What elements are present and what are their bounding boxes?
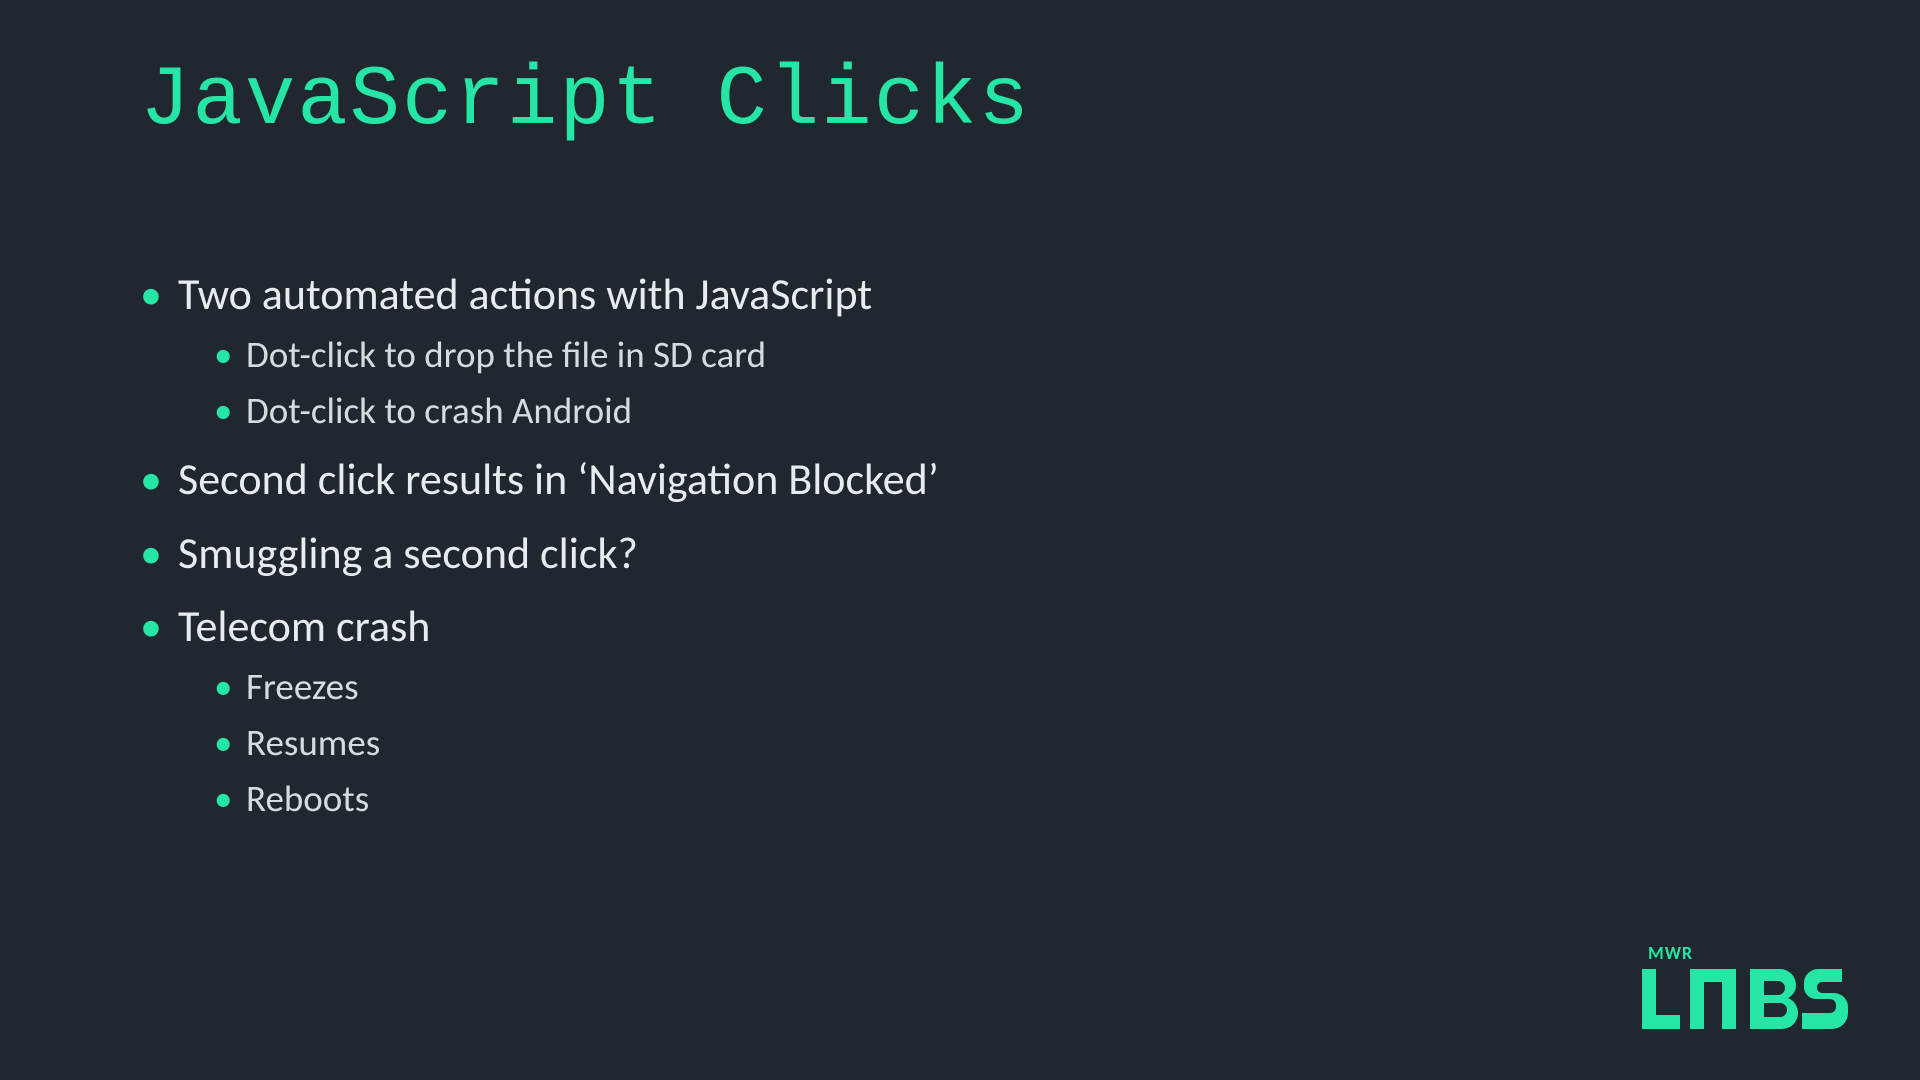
mwr-labs-logo: MWR [1642, 942, 1852, 1034]
bullet-text: Smuggling a second click? [178, 526, 638, 580]
bullet-text: Dot-click to drop the file in SD card [246, 332, 766, 377]
slide-content: Two automated actions with JavaScript Do… [140, 265, 939, 838]
sub-bullet-list: Dot-click to drop the file in SD card Do… [214, 330, 939, 436]
list-item: Second click results in ‘Navigation Bloc… [140, 450, 939, 509]
list-item: Telecom crash Freezes Resumes Reboots [140, 597, 939, 824]
slide: JavaScript Clicks Two automated actions … [0, 0, 1920, 1080]
slide-title: JavaScript Clicks [140, 54, 1031, 149]
bullet-text: Reboots [246, 776, 369, 821]
list-item: Dot-click to drop the file in SD card [214, 330, 939, 380]
list-item: Freezes [214, 662, 939, 712]
labs-logo-icon [1642, 964, 1852, 1034]
list-item: Two automated actions with JavaScript Do… [140, 265, 939, 436]
list-item: Smuggling a second click? [140, 524, 939, 583]
bullet-text: Resumes [246, 720, 380, 765]
logo-top-text: MWR [1648, 942, 1852, 964]
list-item: Resumes [214, 718, 939, 768]
bullet-text: Two automated actions with JavaScript [178, 267, 872, 321]
list-item: Dot-click to crash Android [214, 386, 939, 436]
bullet-text: Telecom crash [178, 599, 430, 653]
sub-bullet-list: Freezes Resumes Reboots [214, 662, 939, 824]
bullet-text: Second click results in ‘Navigation Bloc… [178, 452, 939, 506]
bullet-text: Freezes [246, 664, 359, 709]
list-item: Reboots [214, 774, 939, 824]
bullet-list: Two automated actions with JavaScript Do… [140, 265, 939, 824]
bullet-text: Dot-click to crash Android [246, 388, 632, 433]
